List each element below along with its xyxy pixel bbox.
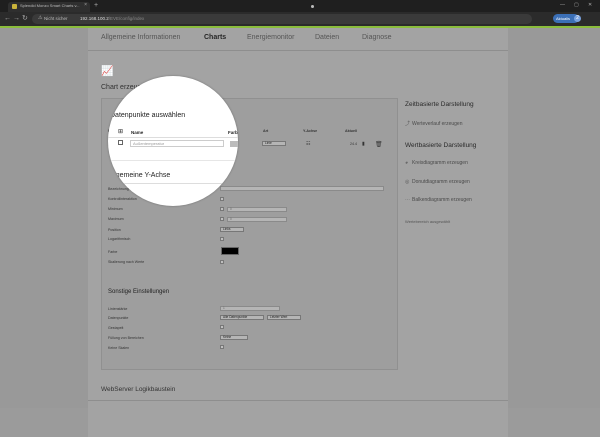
logarithmisch-checkbox[interactable] [220,237,224,241]
current-value: 24.4 [350,142,357,146]
type-select[interactable]: Linie [262,141,286,146]
value-range-note: Wertebereich ausgewählt [405,219,451,224]
label-linienstaerke: Linienstärke [108,307,128,311]
reload-icon[interactable]: ↻ [22,14,28,24]
value-based-heading: Wertbasierte Darstellung [405,142,477,149]
keine-skalen-checkbox[interactable] [220,345,224,349]
tab-title: Splendid Monzo Smart Charts v... [20,3,80,8]
header-divider [108,137,238,138]
close-window-icon[interactable]: ✕ [588,2,592,8]
maximize-icon[interactable]: ▢ [574,2,579,8]
section-divider [108,160,238,161]
browser-tab-bar: Splendid Monzo Smart Charts v... × + — ▢… [0,0,600,12]
label-farbe: Farbe [108,250,118,254]
trend-icon: ⤴ [405,121,411,127]
pie-icon: ◕ [405,160,409,166]
gestapelt-checkbox[interactable] [220,325,224,329]
tab-charts[interactable]: Charts [204,34,226,41]
magnifier-lens: Datenpunkte auswählen ⊞ Name Farbe Außen… [108,76,238,206]
profile-avatar[interactable]: 2 [574,15,581,22]
other-settings-heading: Sonstige Einstellungen [108,289,170,295]
col-current: Aktuell [345,129,357,133]
tab-energiemonitor[interactable]: Energiemonitor [247,34,294,41]
datapoint-color-swatch[interactable] [230,141,238,147]
maximum-input[interactable]: 0 [227,217,287,222]
url-text[interactable]: 192.168.100.2/EVE/config/index [80,16,144,21]
label-keine-skalen: Keine Skalen [108,346,130,350]
skalierung-checkbox[interactable] [220,260,224,264]
maximum-checkbox[interactable] [220,217,224,221]
label-logarithmisch: Logarithmisch [108,237,131,241]
bar-icon: ⋯ [405,197,410,203]
position-select[interactable]: Links [220,227,244,232]
nav-tabs: Allgemeine Informationen Charts Energiem… [88,28,508,51]
mouse-cursor-icon [311,5,314,8]
row-checkbox[interactable] [118,140,123,145]
tab-dateien[interactable]: Dateien [315,34,339,41]
create-bar-label: Balkendiagramm erzeugen [412,197,472,203]
linienstaerke-input[interactable]: 1 [220,306,280,311]
back-icon[interactable]: ← [4,14,11,24]
forward-icon[interactable]: → [13,14,20,24]
insecure-label: Nicht sicher [44,16,68,21]
mini-chart-icon: ▮ [362,141,365,147]
label-position: Position [108,228,121,232]
footer-card [88,400,508,437]
tab-close-icon[interactable]: × [84,2,87,8]
address-bar[interactable]: ⚠ Nicht sicher 192.168.100.2/EVE/config/… [32,14,559,24]
url-host: 192.168.100.2 [80,16,109,21]
col-name: Name [131,130,144,135]
col-yaxis: Y-Achse [303,129,318,133]
label-fuellung: Füllung von Bereichen [108,336,144,340]
url-path: /EVE/config/index [108,16,145,21]
datapoints-select-a[interactable]: Alle Datenpunkte [220,315,264,320]
magnifier-content: Datenpunkte auswählen ⊞ Name Farbe Außen… [108,76,238,206]
create-trend-label: Werteverlauf erzeugen [412,121,463,127]
favicon-icon [12,4,17,9]
create-pie-link[interactable]: ◕ Kreisdiagramm erzeugen [405,160,468,166]
yaxis-heading: Allgemeine Y-Achse [108,172,171,179]
create-donut-label: Donutdiagramm erzeugen [412,179,470,185]
col-type: Art [263,129,269,133]
new-tab-icon[interactable]: + [94,1,98,10]
footer-heading: WebServer Logikbaustein [101,386,176,393]
label-skalierung: Skalierung nach Werte [108,260,145,264]
create-donut-link[interactable]: ◎ Donutdiagramm erzeugen [405,179,470,185]
tab-diagnose[interactable]: Diagnose [362,34,392,41]
yaxis-settings-icon[interactable]: ☷ [306,141,310,147]
col-color: Farbe [228,130,238,135]
label-maximum: Maximum [108,217,124,221]
yaxis-divider [108,183,238,184]
minimize-icon[interactable]: — [560,2,565,8]
datapoints-select-b[interactable]: Letzter Wert [267,315,301,320]
time-based-heading: Zeitbasierte Darstellung [405,101,474,108]
create-pie-label: Kreisdiagramm erzeugen [412,160,468,166]
trash-icon[interactable]: 🗑 [375,141,383,148]
label-minimum: Minimum [108,207,123,211]
create-bar-link[interactable]: ⋯ Balkendiagramm erzeugen [405,197,472,203]
browser-tab[interactable]: Splendid Monzo Smart Charts v... × [8,2,90,12]
label-datenpunkte: Datenpunkte [108,316,129,320]
donut-icon: ◎ [405,179,410,185]
minimum-input[interactable]: 0 [227,207,287,212]
tab-allgemeine-informationen[interactable]: Allgemeine Informationen [101,34,180,41]
warning-icon[interactable]: ⚠ [38,15,42,21]
label-gestapelt: Gestapelt [108,326,124,330]
add-datapoint-icon[interactable]: ⊞ [118,128,123,135]
color-swatch[interactable] [221,247,239,255]
create-trend-link[interactable]: ⤴ Werteverlauf erzeugen [405,120,463,127]
bezeichnung-input[interactable] [220,186,384,191]
datapoint-name-input[interactable]: Außentemperatur [130,140,224,147]
fill-select[interactable]: Keine [220,335,248,340]
minimum-checkbox[interactable] [220,207,224,211]
address-bar-row: ← → ↻ ⚠ Nicht sicher 192.168.100.2/EVE/c… [0,12,600,26]
datapoints-heading: Datenpunkte auswählen [110,112,186,119]
